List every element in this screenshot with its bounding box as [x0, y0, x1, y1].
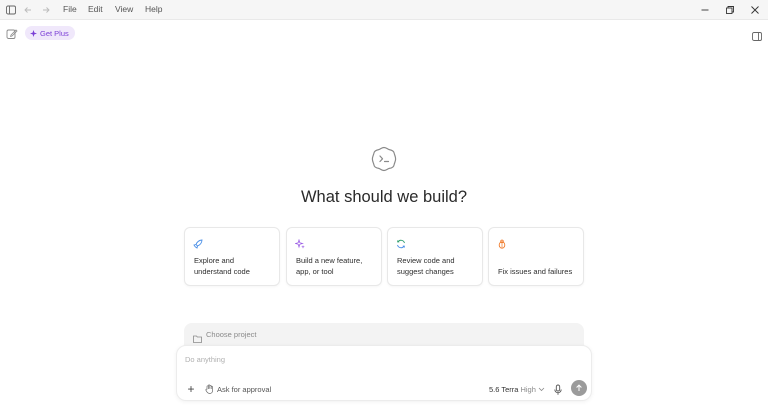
prompt-composer: + Ask for approval 5.6 Terra High	[176, 345, 592, 401]
menu-edit[interactable]: Edit	[88, 4, 103, 14]
restore-icon[interactable]	[722, 2, 738, 18]
approval-label: Ask for approval	[217, 384, 272, 394]
suggestion-card-fix[interactable]: Fix issues and failures	[488, 227, 584, 286]
minimize-icon[interactable]	[697, 2, 713, 18]
model-name: 5.6 Terra	[489, 384, 519, 394]
title-bar: File Edit View Help	[0, 0, 768, 20]
card-label-line: Review code and	[397, 256, 455, 265]
suggestion-card-build[interactable]: Build a new feature, app, or tool	[286, 227, 382, 286]
card-label: Build a new feature, app, or tool	[296, 255, 375, 277]
sparkles-icon	[294, 236, 305, 249]
back-arrow-icon[interactable]	[21, 3, 35, 17]
rocket-icon	[193, 236, 203, 249]
card-label-line: app, or tool	[296, 267, 334, 276]
card-label-line: Explore and	[194, 256, 235, 265]
suggestion-card-explore[interactable]: Explore and understand code	[184, 227, 280, 286]
send-button[interactable]	[571, 380, 587, 396]
choose-project-button[interactable]: Choose project	[184, 323, 584, 347]
get-plus-label: Get Plus	[40, 28, 69, 38]
bug-icon	[497, 236, 507, 249]
card-label: Fix issues and failures	[498, 266, 577, 277]
add-attachment-icon[interactable]: +	[185, 383, 197, 395]
prompt-input[interactable]	[185, 355, 485, 364]
card-label-line: suggest changes	[397, 267, 454, 276]
chevron-down-icon	[538, 387, 545, 391]
close-icon[interactable]	[747, 2, 763, 18]
new-chat-icon[interactable]	[6, 27, 18, 39]
review-cycle-icon	[396, 236, 406, 249]
page-title: What should we build?	[300, 188, 467, 206]
card-label-line: Build a new feature,	[296, 256, 363, 265]
microphone-icon[interactable]	[553, 383, 563, 395]
menu-help[interactable]: Help	[145, 4, 162, 14]
card-label-line: Fix issues and failures	[498, 267, 573, 276]
card-label-line: understand code	[194, 267, 250, 276]
arrow-up-icon	[576, 384, 582, 391]
model-selector[interactable]: 5.6 Terra High	[489, 383, 545, 395]
menu-file[interactable]: File	[63, 4, 77, 14]
get-plus-button[interactable]: Get Plus	[25, 26, 75, 40]
suggestion-card-review[interactable]: Review code and suggest changes	[387, 227, 483, 286]
model-effort: High	[520, 384, 536, 394]
folder-icon	[193, 330, 202, 343]
card-label: Review code and suggest changes	[397, 255, 476, 277]
side-panel-icon[interactable]	[752, 28, 762, 41]
terminal-cloud-logo-icon	[370, 145, 398, 173]
choose-project-label: Choose project	[206, 330, 257, 339]
sidebar-toggle-icon[interactable]	[4, 3, 18, 17]
card-label: Explore and understand code	[194, 255, 273, 277]
menu-view[interactable]: View	[115, 4, 133, 14]
approval-mode-button[interactable]: Ask for approval	[205, 383, 271, 395]
sparkle-icon	[30, 29, 37, 37]
hand-icon	[205, 384, 213, 394]
forward-arrow-icon[interactable]	[39, 3, 53, 17]
